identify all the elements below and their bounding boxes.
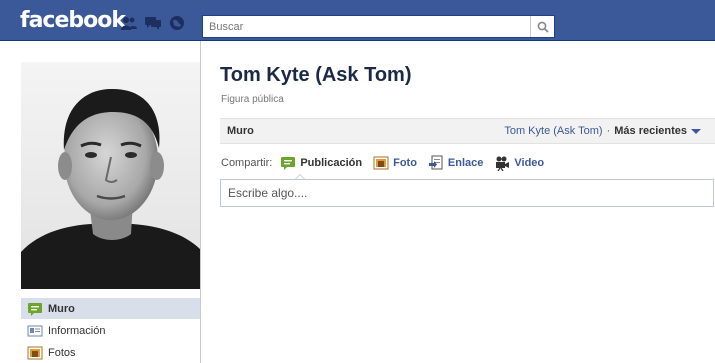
facebook-logo[interactable]: facebook	[20, 8, 126, 33]
sidebar-item-label: Fotos	[48, 346, 76, 359]
share-photo-label: Foto	[393, 157, 417, 169]
share-status-label: Publicación	[300, 157, 363, 169]
sidebar-item-fotos[interactable]: Fotos	[21, 342, 201, 363]
profile-picture[interactable]	[21, 62, 201, 289]
top-navigation-bar: facebook	[0, 0, 715, 41]
notifications-icon[interactable]	[168, 15, 186, 31]
share-label: Compartir:	[221, 157, 273, 169]
share-link-label: Enlace	[447, 157, 484, 169]
filter-most-recent[interactable]: Más recientes	[614, 125, 687, 137]
link-icon	[428, 155, 443, 170]
filter-separator: ·	[606, 125, 611, 137]
share-video-label: Video	[514, 157, 545, 169]
video-icon	[496, 156, 510, 171]
wall-icon	[27, 301, 43, 317]
composer-box	[220, 179, 714, 207]
filter-page-link[interactable]: Tom Kyte (Ask Tom)	[504, 125, 602, 137]
column-divider	[200, 41, 201, 363]
share-photo-button[interactable]: Foto	[373, 155, 417, 171]
wall-heading: Muro	[227, 125, 254, 137]
photos-icon	[27, 345, 43, 361]
friend-requests-icon[interactable]	[120, 15, 138, 31]
chevron-down-icon[interactable]	[691, 129, 701, 134]
wall-header-bar: Muro Tom Kyte (Ask Tom) · Más recientes	[220, 118, 715, 144]
sidebar-item-label: Información	[48, 324, 106, 337]
sidebar-item-label: Muro	[48, 302, 75, 315]
photo-icon	[373, 156, 389, 170]
share-bar: Compartir: Publicación Foto Enlace Video	[221, 155, 555, 171]
share-video-button[interactable]: Video	[494, 155, 544, 171]
search-icon	[537, 21, 549, 33]
search-box	[202, 15, 555, 38]
info-icon	[27, 323, 43, 339]
sidebar-item-muro[interactable]: Muro	[21, 298, 201, 319]
status-icon	[281, 157, 296, 170]
sidebar-item-informacion[interactable]: Información	[21, 320, 201, 341]
profile-side-nav: Muro Información Fotos	[21, 298, 201, 363]
composer-input[interactable]	[221, 180, 713, 206]
search-input[interactable]	[203, 16, 523, 37]
page-category: Figura pública	[221, 94, 284, 105]
messages-icon[interactable]	[144, 15, 162, 31]
search-button[interactable]	[530, 16, 554, 37]
page-title: Tom Kyte (Ask Tom)	[220, 64, 412, 86]
share-link-button[interactable]: Enlace	[428, 155, 483, 171]
wall-filter: Tom Kyte (Ask Tom) · Más recientes	[504, 125, 701, 137]
notification-jewels	[120, 15, 186, 31]
share-status-button[interactable]: Publicación	[280, 155, 362, 171]
